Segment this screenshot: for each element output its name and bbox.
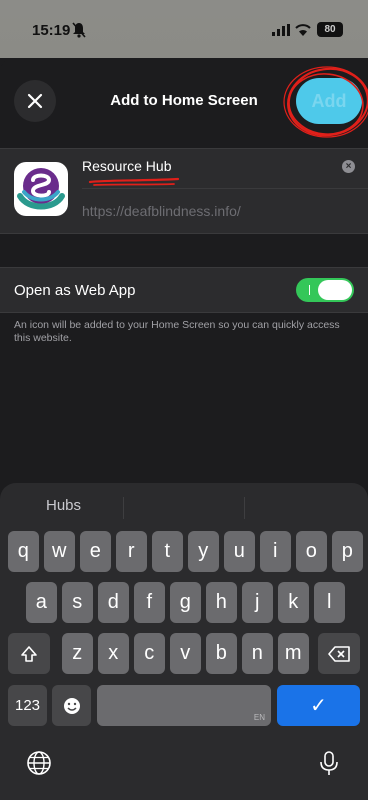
- key-l[interactable]: l: [314, 582, 345, 623]
- emoji-icon: [63, 697, 80, 714]
- key-p[interactable]: p: [332, 531, 363, 572]
- key-a[interactable]: a: [26, 582, 57, 623]
- add-button[interactable]: Add: [296, 78, 362, 124]
- backspace-key[interactable]: [318, 633, 360, 674]
- numbers-key[interactable]: 123: [8, 685, 47, 726]
- key-h[interactable]: h: [206, 582, 237, 623]
- logo-icon: [17, 168, 65, 210]
- shift-key[interactable]: [8, 633, 50, 674]
- key-t[interactable]: t: [152, 531, 183, 572]
- web-app-label: Open as Web App: [14, 282, 136, 299]
- app-icon: [14, 162, 68, 216]
- key-m[interactable]: m: [278, 633, 309, 674]
- wifi-icon: [295, 24, 311, 36]
- key-k[interactable]: k: [278, 582, 309, 623]
- space-key[interactable]: EN: [97, 685, 271, 726]
- emoji-key[interactable]: [52, 685, 91, 726]
- key-z[interactable]: z: [62, 633, 93, 674]
- suggestion-1[interactable]: Hubs: [46, 497, 81, 519]
- status-bar: 15:19 80: [0, 0, 368, 58]
- done-key[interactable]: ✓: [277, 685, 360, 726]
- suggestion-divider: [123, 497, 124, 519]
- key-u[interactable]: u: [224, 531, 255, 572]
- microphone-icon[interactable]: [316, 750, 342, 776]
- card-divider: [82, 188, 368, 189]
- key-g[interactable]: g: [170, 582, 201, 623]
- key-f[interactable]: f: [134, 582, 165, 623]
- key-x[interactable]: x: [98, 633, 129, 674]
- battery-indicator: 80: [317, 22, 343, 37]
- key-b[interactable]: b: [206, 633, 237, 674]
- key-y[interactable]: y: [188, 531, 219, 572]
- signal-icon: [272, 24, 290, 36]
- red-underline-annotation: [88, 177, 180, 186]
- backspace-icon: [328, 645, 350, 662]
- key-r[interactable]: r: [116, 531, 147, 572]
- key-q[interactable]: q: [8, 531, 39, 572]
- status-time: 15:19: [32, 22, 71, 39]
- bookmark-name-input[interactable]: Resource Hub: [82, 158, 172, 174]
- key-o[interactable]: o: [296, 531, 327, 572]
- key-w[interactable]: w: [44, 531, 75, 572]
- key-c[interactable]: c: [134, 633, 165, 674]
- web-app-toggle[interactable]: [296, 278, 354, 302]
- globe-icon[interactable]: [26, 750, 52, 776]
- toggle-on-indicator: [309, 285, 310, 295]
- shift-icon: [21, 645, 37, 662]
- key-v[interactable]: v: [170, 633, 201, 674]
- suggestion-divider: [244, 497, 245, 519]
- key-j[interactable]: j: [242, 582, 273, 623]
- key-e[interactable]: e: [80, 531, 111, 572]
- space-language-label: EN: [253, 713, 265, 722]
- web-app-note: An icon will be added to your Home Scree…: [14, 319, 340, 344]
- key-n[interactable]: n: [242, 633, 273, 674]
- bell-slash-icon: [72, 22, 86, 38]
- clear-text-button[interactable]: ×: [342, 160, 355, 173]
- key-s[interactable]: s: [62, 582, 93, 623]
- key-d[interactable]: d: [98, 582, 129, 623]
- bookmark-url: https://deafblindness.info/: [82, 203, 241, 219]
- key-i[interactable]: i: [260, 531, 291, 572]
- toggle-knob: [318, 280, 352, 300]
